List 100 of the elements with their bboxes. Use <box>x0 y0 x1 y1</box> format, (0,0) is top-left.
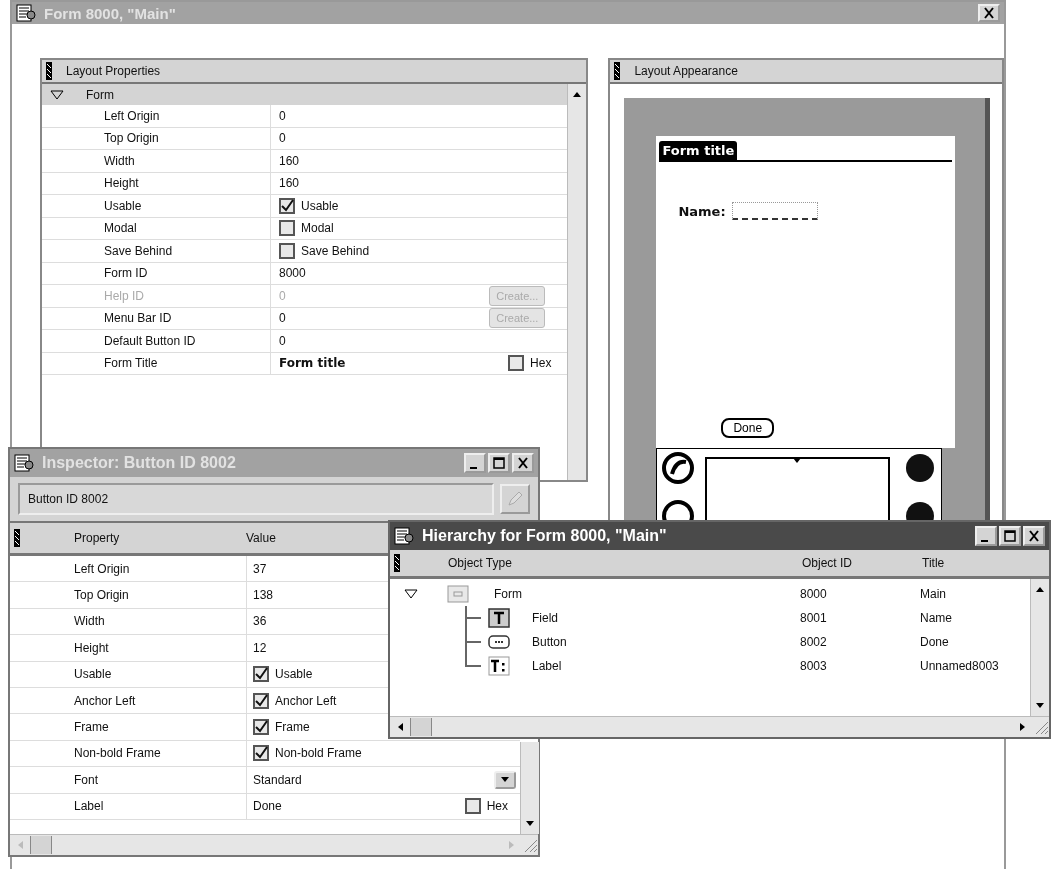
checkbox[interactable] <box>253 745 269 762</box>
tree-row[interactable]: Field 8001 Name <box>390 606 1030 630</box>
property-label: Usable <box>73 667 113 682</box>
checkbox-label: Usable <box>275 667 313 682</box>
scroll-down-icon[interactable] <box>525 820 535 828</box>
property-value[interactable]: Done <box>253 799 282 814</box>
property-value[interactable]: 8000 <box>279 266 306 281</box>
property-label: Modal <box>103 221 138 236</box>
close-icon <box>982 7 996 19</box>
property-label: Usable <box>103 198 143 213</box>
scroll-up-icon[interactable] <box>572 90 583 98</box>
column-header[interactable]: Value <box>246 531 276 545</box>
checkbox[interactable] <box>279 220 295 237</box>
panel-title: Layout Appearance <box>634 64 738 78</box>
object-type: Field <box>532 611 558 625</box>
checkbox[interactable] <box>253 692 269 709</box>
object-id: 8001 <box>800 611 828 625</box>
object-id: 8000 <box>800 587 828 601</box>
property-value[interactable]: Form title <box>279 356 346 371</box>
checkbox[interactable] <box>464 798 481 815</box>
close-button[interactable] <box>1023 526 1045 546</box>
maximize-icon <box>1003 530 1017 542</box>
checkbox[interactable] <box>279 197 295 214</box>
property-value[interactable]: 0 <box>279 108 286 123</box>
object-name-field[interactable]: Button ID 8002 <box>18 483 494 515</box>
column-header[interactable]: Property <box>74 531 246 545</box>
property-label: Non-bold Frame <box>73 746 162 761</box>
window-title: Form 8000, "Main" <box>44 4 176 22</box>
tree-row[interactable]: Label 8003 Unnamed8003 <box>390 654 1030 678</box>
checkbox[interactable] <box>253 719 269 736</box>
property-label: Anchor Left <box>73 693 137 708</box>
property-value[interactable]: Standard <box>253 772 302 787</box>
property-value[interactable]: 0 <box>279 131 286 146</box>
property-value[interactable]: 160 <box>279 153 300 168</box>
scroll-thumb[interactable] <box>30 836 52 854</box>
property-label: Help ID <box>103 288 145 303</box>
column-header[interactable]: Object ID <box>802 556 922 570</box>
checkbox-label: Anchor Left <box>275 693 337 708</box>
property-value[interactable]: 36 <box>253 614 267 629</box>
object-id: 8002 <box>800 635 828 649</box>
checkbox-label: Hex <box>486 799 508 814</box>
tree-row[interactable]: Button 8002 Done <box>390 630 1030 654</box>
property-label: Width <box>73 614 106 629</box>
resize-grip-icon[interactable] <box>522 837 538 853</box>
property-label: Menu Bar ID <box>103 311 173 326</box>
property-label: Height <box>103 176 140 191</box>
checkbox-label: Usable <box>301 198 339 213</box>
maximize-button[interactable] <box>999 526 1021 546</box>
scrollbar[interactable] <box>520 742 539 834</box>
column-header[interactable]: Title <box>922 556 945 570</box>
minimize-icon <box>980 539 988 542</box>
property-value[interactable]: 0 <box>279 311 286 326</box>
property-label: Top Origin <box>73 588 130 603</box>
disclosure-triangle-icon[interactable] <box>404 589 418 599</box>
property-value[interactable]: 12 <box>253 640 267 655</box>
property-value[interactable]: 0 <box>279 333 286 348</box>
dropdown-button[interactable] <box>494 770 516 789</box>
disclosure-triangle-icon[interactable] <box>50 89 64 100</box>
scroll-right-icon[interactable] <box>1019 722 1027 732</box>
maximize-icon <box>492 457 506 469</box>
checkbox-label: Non-bold Frame <box>275 746 362 761</box>
checkbox-label: Modal <box>301 221 334 236</box>
window-title: Hierarchy for Form 8000, "Main" <box>422 527 667 545</box>
property-label: Width <box>103 153 136 168</box>
resize-grip-icon[interactable] <box>1033 719 1049 735</box>
tree-row[interactable]: Form 8000 Main <box>390 582 1030 606</box>
scroll-left-icon[interactable] <box>396 722 404 732</box>
grip-icon <box>46 62 52 80</box>
column-header[interactable]: Object Type <box>448 556 802 570</box>
property-value[interactable]: 160 <box>279 176 300 191</box>
label-icon <box>488 656 510 676</box>
done-button[interactable]: Done <box>721 418 775 438</box>
input-field[interactable] <box>731 202 818 220</box>
horizontal-scrollbar[interactable] <box>10 834 538 855</box>
property-value[interactable]: 37 <box>253 561 267 576</box>
scroll-thumb[interactable] <box>410 718 432 736</box>
app-icon <box>394 526 414 546</box>
checkbox[interactable] <box>279 242 295 259</box>
property-label: Form ID <box>103 266 149 281</box>
checkbox[interactable] <box>508 355 525 372</box>
checkbox-label: Save Behind <box>301 243 370 258</box>
scrollbar[interactable] <box>1030 579 1049 716</box>
property-label: Form Title <box>103 356 159 371</box>
scroll-up-icon[interactable] <box>1035 585 1045 593</box>
tree-branch-line <box>465 606 481 630</box>
object-type: Label <box>532 659 562 673</box>
object-id: 8003 <box>800 659 828 673</box>
checkbox-label: Frame <box>275 720 310 735</box>
property-value[interactable]: 138 <box>253 588 274 603</box>
section-label: Form <box>86 87 114 102</box>
close-icon <box>516 457 530 469</box>
checkbox[interactable] <box>253 666 269 683</box>
property-label: Left Origin <box>103 108 161 123</box>
section-row[interactable]: Form <box>42 84 568 105</box>
scroll-down-icon[interactable] <box>1035 702 1045 710</box>
horizontal-scrollbar[interactable] <box>390 716 1049 737</box>
object-type: Button <box>532 635 567 649</box>
scrollbar[interactable] <box>567 84 587 480</box>
checkbox-label: Hex <box>530 356 552 371</box>
minimize-button[interactable] <box>975 526 997 546</box>
